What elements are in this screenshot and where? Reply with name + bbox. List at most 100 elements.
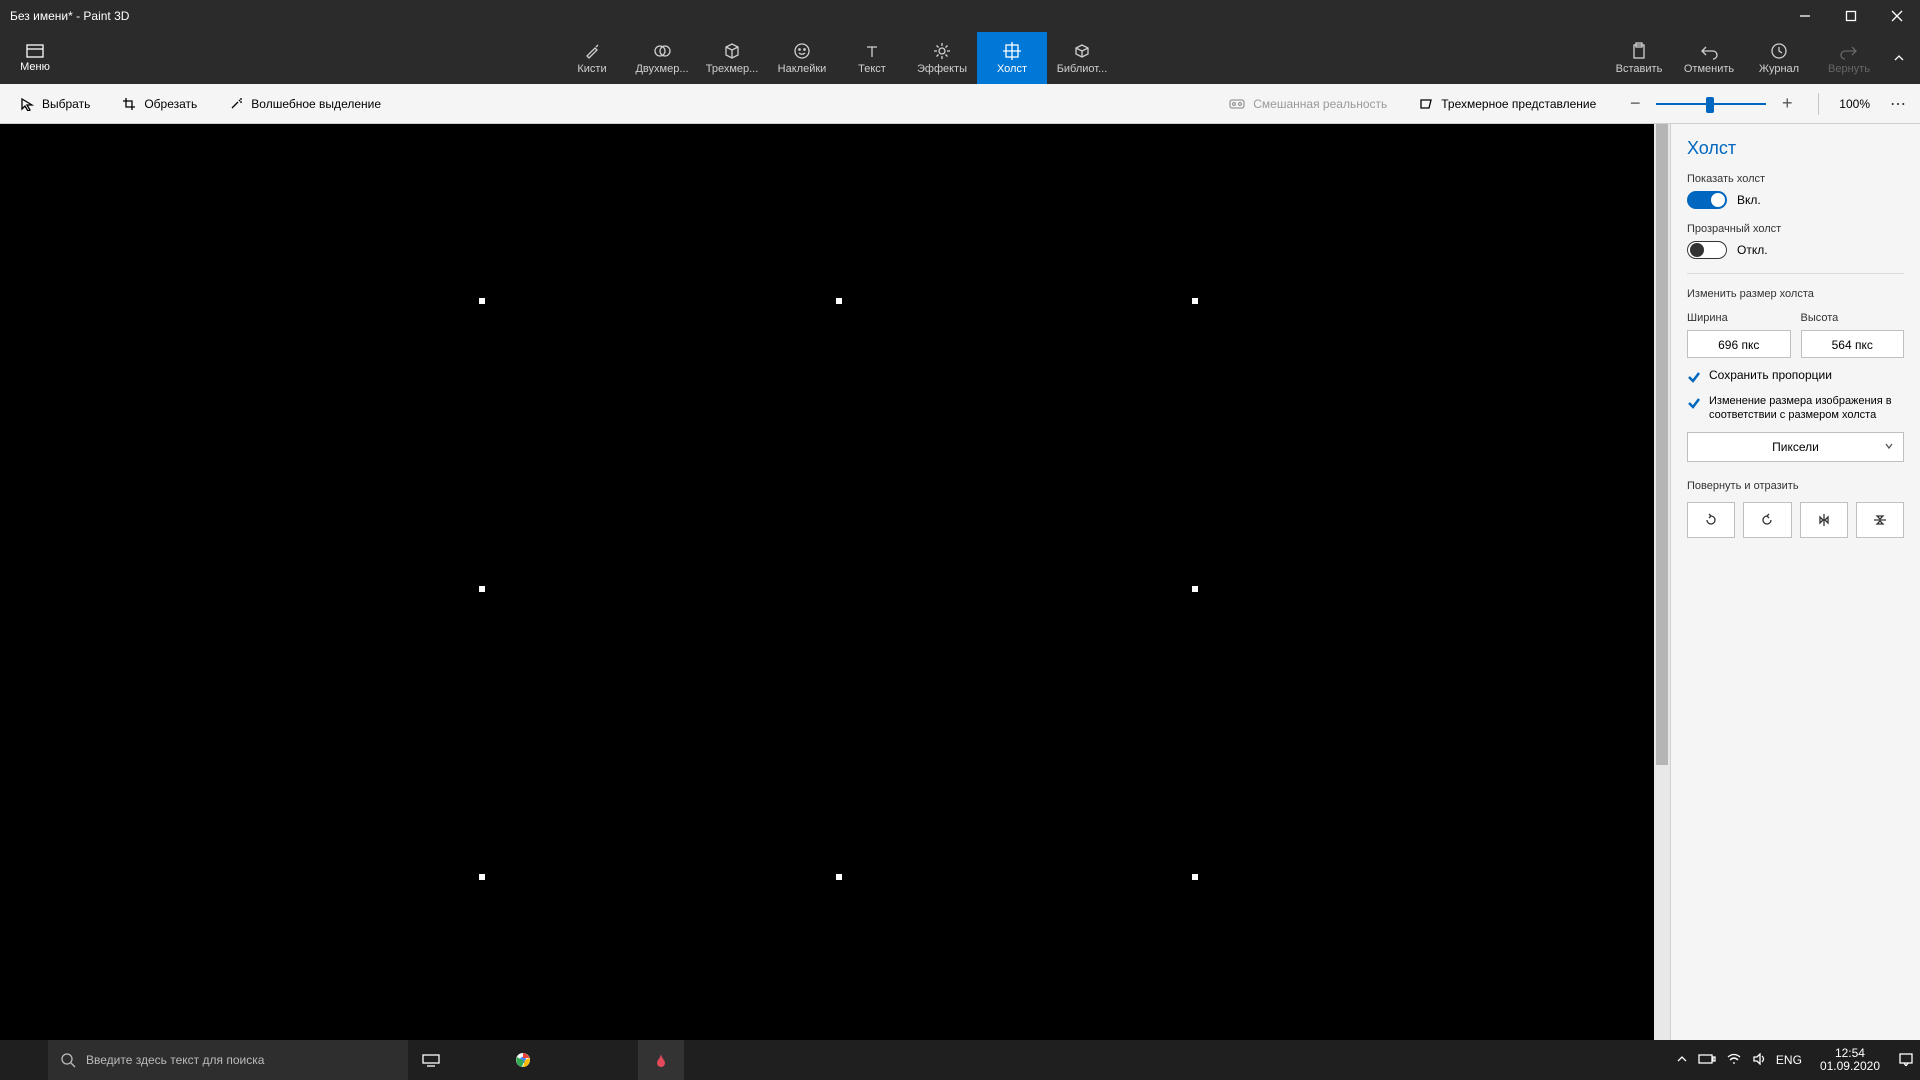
3d-view-button[interactable]: Трехмерное представление	[1405, 84, 1610, 124]
mixed-label: Смешанная реальность	[1253, 97, 1387, 111]
tab-label: Эффекты	[917, 63, 967, 75]
zoom-out-button[interactable]: −	[1624, 93, 1646, 115]
tab-label: Библиот...	[1057, 63, 1108, 75]
height-input[interactable]: 564 пкс	[1801, 330, 1905, 358]
units-select[interactable]: Пиксели	[1687, 432, 1904, 462]
clock-date: 01.09.2020	[1820, 1060, 1880, 1073]
taskbar: Введите здесь текст для поиска ENG 12:54…	[0, 1040, 1920, 1080]
show-canvas-label: Показать холст	[1687, 173, 1904, 185]
start-button[interactable]	[0, 1040, 48, 1080]
resize-handle-e[interactable]	[1192, 586, 1198, 592]
tab-label: Кисти	[577, 63, 606, 75]
rotate-ccw-button[interactable]	[1743, 502, 1791, 538]
titlebar: Без имени* - Paint 3D	[0, 0, 1920, 32]
height-label: Высота	[1801, 312, 1905, 324]
ribbon-tabs: Кисти Двухмер... Трехмер... Наклейки Тек…	[70, 32, 1604, 84]
tab-2d[interactable]: Двухмер...	[627, 32, 697, 84]
crop-tool[interactable]: Обрезать	[108, 84, 211, 124]
panel-title: Холст	[1687, 138, 1904, 159]
app-icon-1[interactable]	[546, 1040, 592, 1080]
resize-handle-se[interactable]	[1192, 874, 1198, 880]
transparent-canvas-label: Прозрачный холст	[1687, 223, 1904, 235]
3dview-label: Трехмерное представление	[1441, 97, 1596, 111]
transparent-canvas-toggle[interactable]	[1687, 241, 1727, 259]
zoom-slider[interactable]	[1656, 103, 1766, 105]
chrome-icon[interactable]	[500, 1040, 546, 1080]
resize-handle-nw[interactable]	[479, 298, 485, 304]
tab-canvas[interactable]: Холст	[977, 32, 1047, 84]
units-value: Пиксели	[1772, 440, 1819, 454]
collapse-ribbon-button[interactable]	[1884, 32, 1914, 84]
task-view-button[interactable]	[408, 1040, 454, 1080]
tab-library[interactable]: Библиот...	[1047, 32, 1117, 84]
more-button[interactable]: ⋯	[1884, 94, 1914, 114]
resize-handle-w[interactable]	[479, 586, 485, 592]
width-input[interactable]: 696 пкс	[1687, 330, 1791, 358]
secondary-toolbar: Выбрать Обрезать Волшебное выделение Сме…	[0, 84, 1920, 124]
tab-3d[interactable]: Трехмер...	[697, 32, 767, 84]
undo-button[interactable]: Отменить	[1674, 32, 1744, 84]
main-area: Холст Показать холст Вкл. Прозрачный хол…	[0, 124, 1920, 1040]
scale-image-checkbox[interactable]	[1687, 396, 1701, 410]
select-label: Выбрать	[42, 97, 90, 111]
keep-aspect-label: Сохранить пропорции	[1709, 368, 1832, 382]
separator	[1818, 93, 1819, 115]
maximize-button[interactable]	[1828, 0, 1874, 32]
volume-icon[interactable]	[1752, 1053, 1766, 1068]
zoom-in-button[interactable]: +	[1776, 93, 1798, 115]
resize-canvas-label: Изменить размер холста	[1687, 288, 1904, 300]
canvas-viewport[interactable]	[0, 124, 1654, 1040]
window-title: Без имени* - Paint 3D	[0, 9, 129, 23]
notifications-icon[interactable]	[1898, 1052, 1914, 1069]
clock[interactable]: 12:54 01.09.2020	[1812, 1047, 1888, 1073]
tray-overflow-icon[interactable]	[1676, 1053, 1688, 1068]
tab-label: Трехмер...	[706, 63, 759, 75]
window-buttons	[1782, 0, 1920, 32]
zoom-control: − +	[1614, 93, 1808, 115]
show-canvas-toggle[interactable]	[1687, 191, 1727, 209]
rotate-cw-button[interactable]	[1687, 502, 1735, 538]
menu-label: Меню	[20, 61, 50, 73]
resize-handle-s[interactable]	[836, 874, 842, 880]
tab-label: Двухмер...	[635, 63, 688, 75]
tab-brushes[interactable]: Кисти	[557, 32, 627, 84]
flip-vertical-button[interactable]	[1856, 502, 1904, 538]
explorer-icon[interactable]	[454, 1040, 500, 1080]
close-button[interactable]	[1874, 0, 1920, 32]
keep-aspect-checkbox[interactable]	[1687, 370, 1701, 384]
battery-icon[interactable]	[1698, 1053, 1716, 1068]
btn-label: Отменить	[1684, 63, 1734, 75]
tab-text[interactable]: Текст	[837, 32, 907, 84]
resize-handle-sw[interactable]	[479, 874, 485, 880]
menu-button[interactable]: Меню	[0, 32, 70, 84]
btn-label: Вставить	[1616, 63, 1663, 75]
canvas-panel: Холст Показать холст Вкл. Прозрачный хол…	[1670, 124, 1920, 1040]
resize-handle-n[interactable]	[836, 298, 842, 304]
search-box[interactable]: Введите здесь текст для поиска	[48, 1040, 408, 1080]
app-icon-2[interactable]	[592, 1040, 638, 1080]
vertical-scrollbar[interactable]	[1654, 124, 1670, 1040]
tab-effects[interactable]: Эффекты	[907, 32, 977, 84]
paste-button[interactable]: Вставить	[1604, 32, 1674, 84]
zoom-value[interactable]: 100%	[1829, 97, 1880, 111]
divider	[1687, 273, 1904, 274]
width-label: Ширина	[1687, 312, 1791, 324]
rotate-flip-label: Повернуть и отразить	[1687, 480, 1904, 492]
tab-label: Холст	[997, 63, 1027, 75]
tab-stickers[interactable]: Наклейки	[767, 32, 837, 84]
select-tool[interactable]: Выбрать	[6, 84, 104, 124]
resize-handle-ne[interactable]	[1192, 298, 1198, 304]
system-tray: ENG 12:54 01.09.2020	[1676, 1047, 1920, 1073]
magic-select-tool[interactable]: Волшебное выделение	[215, 84, 395, 124]
paint3d-taskbar-icon[interactable]	[638, 1040, 684, 1080]
mixed-reality-button: Смешанная реальность	[1215, 84, 1401, 124]
wifi-icon[interactable]	[1726, 1053, 1742, 1068]
show-canvas-state: Вкл.	[1737, 193, 1761, 207]
minimize-button[interactable]	[1782, 0, 1828, 32]
btn-label: Вернуть	[1828, 63, 1870, 75]
flip-horizontal-button[interactable]	[1800, 502, 1848, 538]
magic-label: Волшебное выделение	[251, 97, 381, 111]
chevron-down-icon	[1883, 440, 1895, 455]
language-indicator[interactable]: ENG	[1776, 1053, 1802, 1067]
history-button[interactable]: Журнал	[1744, 32, 1814, 84]
